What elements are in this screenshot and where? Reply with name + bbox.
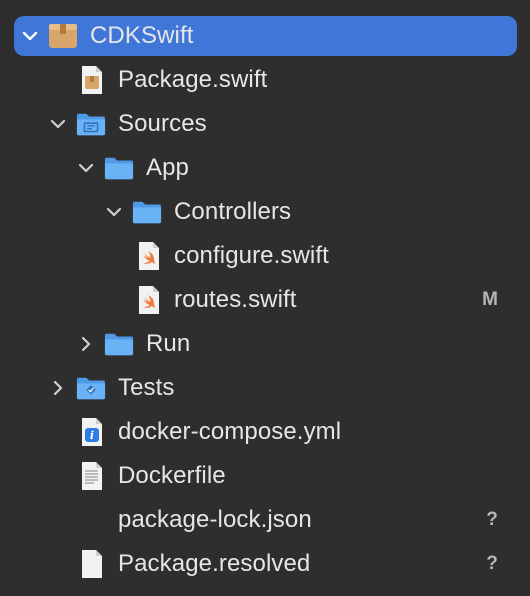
tree-row-package-lock[interactable]: package-lock.json ?: [0, 498, 530, 542]
tree-row-label: docker-compose.yml: [118, 418, 342, 445]
chevron-down-icon[interactable]: [103, 201, 125, 223]
tree-row-configure-swift[interactable]: configure.swift: [0, 234, 530, 278]
folder-icon: [104, 329, 134, 359]
package-box-icon: [48, 21, 78, 51]
info-file-icon: i: [77, 417, 107, 447]
tree-row-label: Package.resolved: [118, 550, 311, 577]
tree-row-label: CDKSwift: [90, 22, 194, 49]
tree-row-label: Run: [146, 330, 191, 357]
folder-icon: [104, 153, 134, 183]
blank-file-icon: [77, 549, 107, 579]
chevron-down-icon[interactable]: [47, 113, 69, 135]
chevron-right-icon[interactable]: [75, 333, 97, 355]
chevron-down-icon[interactable]: [19, 25, 41, 47]
untracked-badge: ?: [486, 553, 498, 574]
folder-icon: [132, 197, 162, 227]
tree-row-label: routes.swift: [174, 286, 297, 313]
swift-file-icon: [134, 285, 164, 315]
tree-row-label: Package.swift: [118, 66, 268, 93]
swift-package-file-icon: [77, 65, 107, 95]
tree-row-dockerfile[interactable]: Dockerfile: [0, 454, 530, 498]
tree-row-run[interactable]: Run: [0, 322, 530, 366]
tree-row-label: Sources: [118, 110, 207, 137]
swift-file-icon: [134, 241, 164, 271]
sources-folder-icon: [76, 109, 106, 139]
tree-row-label: configure.swift: [174, 242, 329, 269]
project-navigator: CDKSwift Package.swift Sources App Contr…: [0, 0, 530, 596]
chevron-down-icon[interactable]: [75, 157, 97, 179]
tree-row-package-swift[interactable]: Package.swift: [0, 58, 530, 102]
tests-folder-icon: [76, 373, 106, 403]
tree-row-tests[interactable]: Tests: [0, 366, 530, 410]
tree-row-controllers[interactable]: Controllers: [0, 190, 530, 234]
tree-row-label: App: [146, 154, 190, 181]
chevron-right-icon[interactable]: [47, 377, 69, 399]
tree-row-root[interactable]: CDKSwift: [0, 14, 530, 58]
text-file-icon: [77, 461, 107, 491]
tree-row-label: Controllers: [174, 198, 292, 225]
svg-text:i: i: [90, 429, 94, 442]
tree-row-label: Tests: [118, 374, 175, 401]
tree-row-label: Dockerfile: [118, 462, 226, 489]
tree-row-sources[interactable]: Sources: [0, 102, 530, 146]
tree-row-routes-swift[interactable]: routes.swift M: [0, 278, 530, 322]
tree-row-label: package-lock.json: [118, 506, 312, 533]
untracked-badge: ?: [486, 509, 498, 530]
tree-row-package-resolved[interactable]: Package.resolved ?: [0, 542, 530, 586]
tree-row-app[interactable]: App: [0, 146, 530, 190]
modified-badge: M: [482, 289, 498, 310]
tree-row-docker-compose[interactable]: i docker-compose.yml: [0, 410, 530, 454]
